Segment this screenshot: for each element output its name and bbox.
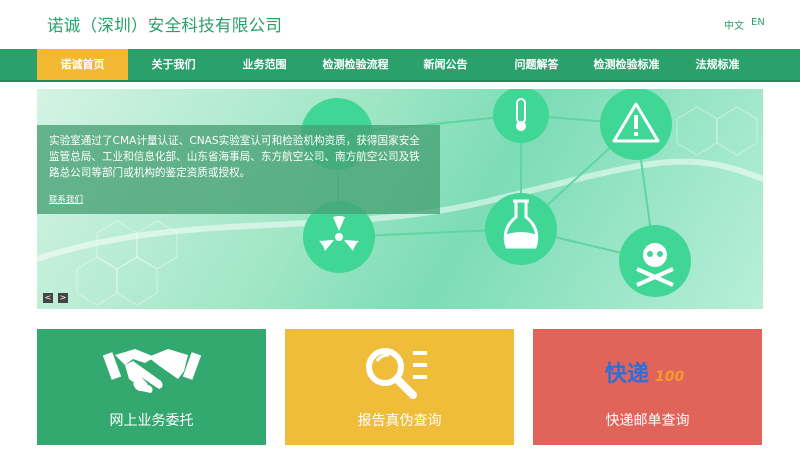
thermometer-icon — [493, 89, 549, 143]
hero-banner: 实验室通过了CMA计量认证、CNAS实验室认可和检验机构资质，获得国家安全监管总… — [37, 89, 763, 309]
express-query-label: 快递邮单查询 — [605, 413, 690, 429]
report-verify-card[interactable]: 报告真伪查询 — [285, 329, 514, 445]
banner-prev-button[interactable]: < — [43, 293, 53, 303]
flask-icon — [485, 193, 557, 265]
search-report-icon — [366, 348, 427, 399]
header: 诺诚（深圳）安全科技有限公司 中文 EN — [0, 0, 800, 48]
nav-item-about[interactable]: 关于我们 — [128, 49, 219, 80]
kuaidi-logo: 快递 100 — [605, 361, 684, 387]
banner-caption-text: 实验室通过了CMA计量认证、CNAS实验室认可和检验机构资质，获得国家安全监管总… — [49, 135, 420, 179]
nav-item-home[interactable]: 诺诚首页 — [37, 49, 128, 80]
nav-item-test-standards[interactable]: 检测检验标准 — [581, 49, 672, 80]
lang-en-link[interactable]: EN — [751, 17, 765, 28]
nav-item-news[interactable]: 新闻公告 — [400, 49, 491, 80]
nav-item-faq[interactable]: 问题解答 — [491, 49, 582, 80]
report-verify-label: 报告真伪查询 — [357, 413, 442, 429]
lang-zh-link[interactable]: 中文 — [724, 17, 744, 32]
nav-item-regulations[interactable]: 法规标准 — [672, 49, 763, 80]
nav-item-process[interactable]: 检测检验流程 — [310, 49, 401, 80]
banner-caption-box: 实验室通过了CMA计量认证、CNAS实验室认可和检验机构资质，获得国家安全监管总… — [37, 125, 440, 214]
nav-item-business[interactable]: 业务范围 — [219, 49, 310, 80]
kuaidi-logo-suffix: 100 — [655, 369, 684, 385]
warning-icon — [600, 89, 672, 160]
toxic-skull-icon — [619, 225, 691, 297]
banner-next-button[interactable]: > — [58, 293, 68, 303]
site-title[interactable]: 诺诚（深圳）安全科技有限公司 — [47, 12, 282, 36]
contact-us-link[interactable]: 联系我们 — [49, 193, 83, 205]
main-nav: 诺诚首页 关于我们 业务范围 检测检验流程 新闻公告 问题解答 检测检验标准 法… — [0, 49, 800, 82]
kuaidi-logo-text: 快递 — [605, 361, 649, 387]
online-entrust-card[interactable]: 网上业务委托 — [37, 329, 266, 445]
express-query-card[interactable]: 快递 100 快递邮单查询 — [533, 329, 762, 445]
handshake-icon — [102, 349, 202, 393]
online-entrust-label: 网上业务委托 — [109, 413, 194, 429]
